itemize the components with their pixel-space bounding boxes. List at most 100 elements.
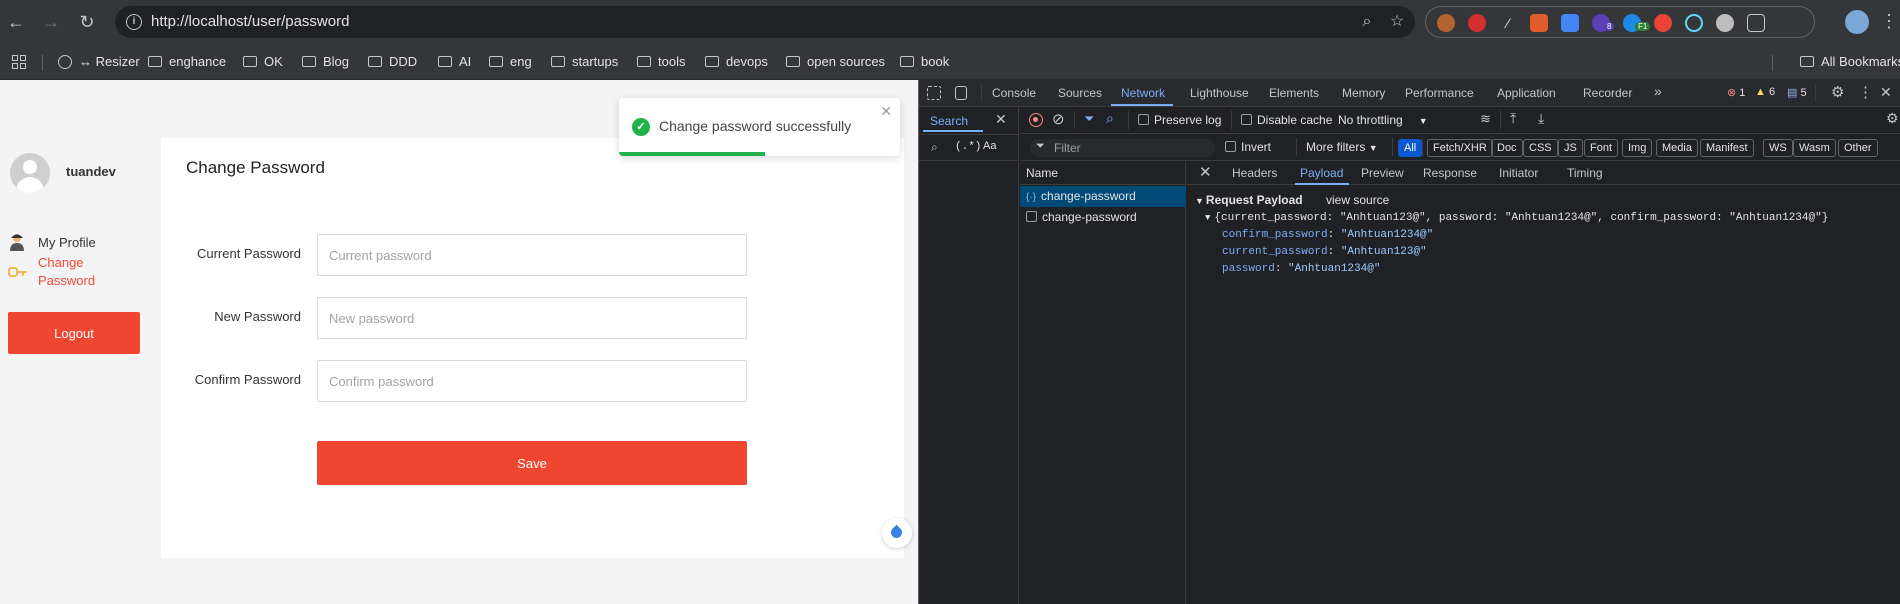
tab-recorder[interactable]: Recorder xyxy=(1583,86,1632,100)
devtools-menu-icon[interactable]: ⋮ xyxy=(1858,83,1873,101)
filter-type-doc[interactable]: Doc xyxy=(1491,139,1523,157)
tab-console[interactable]: Console xyxy=(992,86,1036,100)
bookmark-folder[interactable]: tools xyxy=(637,53,685,71)
more-filters-dropdown[interactable]: More filters ▼ xyxy=(1306,140,1378,154)
more-tabs-icon[interactable]: » xyxy=(1654,83,1662,99)
all-bookmarks[interactable]: All Bookmarks xyxy=(1800,53,1900,71)
bookmark-folder[interactable]: Blog xyxy=(302,53,349,71)
view-source-link[interactable]: view source xyxy=(1326,193,1389,207)
tab-headers[interactable]: Headers xyxy=(1232,166,1277,180)
request-payload-section[interactable]: ▼ Request Payload xyxy=(1195,193,1303,207)
filter-type-wasm[interactable]: Wasm xyxy=(1793,139,1836,157)
bookmark-star-icon[interactable]: ☆ xyxy=(1387,12,1407,32)
address-bar[interactable]: i http://localhost/user/password ⌕ ☆ xyxy=(115,6,1415,38)
bookmark-resizer[interactable]: ↔ Resizer xyxy=(58,53,140,71)
export-har-icon[interactable]: ⤓ xyxy=(1538,110,1544,127)
extension-icon[interactable] xyxy=(1437,14,1455,32)
name-column-header[interactable]: Name xyxy=(1020,161,1186,185)
tab-performance[interactable]: Performance xyxy=(1405,86,1474,100)
apps-grid-icon[interactable] xyxy=(12,55,26,69)
tab-application[interactable]: Application xyxy=(1497,86,1556,100)
extensions-puzzle-icon[interactable] xyxy=(1747,14,1765,32)
filter-type-other[interactable]: Other xyxy=(1838,139,1878,157)
warning-count[interactable]: ▲ 6 xyxy=(1755,86,1775,98)
bookmark-folder[interactable]: DDD xyxy=(368,53,417,71)
device-toolbar-icon[interactable] xyxy=(955,86,967,100)
filter-type-js[interactable]: JS xyxy=(1558,139,1583,157)
request-row[interactable]: {·} change-password xyxy=(1020,186,1186,207)
forward-icon[interactable]: → xyxy=(39,10,63,34)
filter-type-media[interactable]: Media xyxy=(1656,139,1698,157)
bookmark-folder[interactable]: open sources xyxy=(786,53,885,71)
filter-type-ws[interactable]: WS xyxy=(1763,139,1793,157)
network-conditions-icon[interactable]: ≋ xyxy=(1480,111,1491,127)
logout-button[interactable]: Logout xyxy=(8,312,140,354)
url-text[interactable]: http://localhost/user/password xyxy=(151,13,349,30)
tab-response[interactable]: Response xyxy=(1423,166,1477,180)
filter-type-img[interactable]: Img xyxy=(1622,139,1653,157)
nav-my-profile[interactable]: My Profile xyxy=(38,235,96,250)
match-case-toggle[interactable]: Aa xyxy=(983,140,996,152)
profile-avatar[interactable] xyxy=(1845,10,1869,34)
filter-type-fetch-xhr[interactable]: Fetch/XHR xyxy=(1427,139,1493,157)
import-har-icon[interactable]: ⤒ xyxy=(1510,110,1516,127)
search-tab[interactable]: Search xyxy=(930,114,968,128)
translate-extension-icon[interactable] xyxy=(1561,14,1579,32)
reload-icon[interactable]: ↻ xyxy=(75,10,99,34)
search-icon[interactable]: ⌕ xyxy=(1106,110,1114,127)
zoom-icon[interactable]: ⌕ xyxy=(1357,12,1377,32)
extension-icon[interactable] xyxy=(1654,14,1672,32)
preserve-log-checkbox[interactable]: Preserve log xyxy=(1138,113,1221,127)
throttling-select[interactable]: No throttling ▼ xyxy=(1338,113,1428,127)
record-icon[interactable] xyxy=(1029,113,1043,127)
disable-cache-checkbox[interactable]: Disable cache xyxy=(1241,113,1332,127)
tab-payload[interactable]: Payload xyxy=(1300,166,1343,180)
bookmark-folder[interactable]: devops xyxy=(705,53,768,71)
inspect-element-icon[interactable] xyxy=(927,86,941,100)
tab-elements[interactable]: Elements xyxy=(1269,86,1319,100)
bookmark-folder[interactable]: eng xyxy=(489,53,532,71)
bookmark-folder[interactable]: book xyxy=(900,53,949,71)
bookmark-folder[interactable]: AI xyxy=(438,53,471,71)
filter-type-manifest[interactable]: Manifest xyxy=(1700,139,1754,157)
close-icon[interactable]: ✕ xyxy=(880,103,892,120)
request-row[interactable]: change-password xyxy=(1020,207,1186,228)
tab-network[interactable]: Network xyxy=(1121,86,1165,100)
extension-icon[interactable]: ⁄ xyxy=(1499,14,1517,32)
tab-sources[interactable]: Sources xyxy=(1058,86,1102,100)
confirm-password-input[interactable] xyxy=(317,360,747,402)
current-password-input[interactable] xyxy=(317,234,747,276)
filter-input[interactable] xyxy=(1030,139,1215,157)
site-info-icon[interactable]: i xyxy=(126,14,142,30)
extension-icon[interactable] xyxy=(1468,14,1486,32)
filter-icon[interactable]: ⏷ xyxy=(1084,111,1094,127)
error-count[interactable]: ⊗ 1 xyxy=(1727,86,1745,99)
tab-timing[interactable]: Timing xyxy=(1567,166,1603,180)
browser-menu-icon[interactable]: ⋮ xyxy=(1880,10,1898,34)
network-settings-icon[interactable]: ⚙ xyxy=(1886,110,1899,127)
tab-preview[interactable]: Preview xyxy=(1361,166,1404,180)
back-icon[interactable]: ← xyxy=(4,10,28,34)
nav-change-password[interactable]: Change Password xyxy=(38,254,118,290)
save-button[interactable]: Save xyxy=(317,441,747,485)
issues-count[interactable]: ▤ 5 xyxy=(1787,86,1807,99)
bookmark-folder[interactable]: enghance xyxy=(148,53,226,71)
payload-summary[interactable]: ▼ {current_password: "Anhtuan123@", passw… xyxy=(1205,212,1828,224)
floating-assistant-button[interactable] xyxy=(882,518,912,548)
filter-type-all[interactable]: All xyxy=(1398,139,1423,157)
tab-initiator[interactable]: Initiator xyxy=(1499,166,1538,180)
clear-icon[interactable]: ⊘ xyxy=(1052,110,1065,128)
close-search-icon[interactable]: ✕ xyxy=(995,111,1007,128)
invert-checkbox[interactable]: Invert xyxy=(1225,140,1271,154)
close-detail-icon[interactable]: ✕ xyxy=(1199,163,1212,181)
tab-memory[interactable]: Memory xyxy=(1342,86,1385,100)
bookmark-folder[interactable]: OK xyxy=(243,53,283,71)
bookmark-folder[interactable]: startups xyxy=(551,53,618,71)
new-password-input[interactable] xyxy=(317,297,747,339)
react-devtools-icon[interactable] xyxy=(1685,14,1703,32)
close-devtools-icon[interactable]: ✕ xyxy=(1880,84,1892,101)
settings-gear-icon[interactable]: ⚙ xyxy=(1831,83,1844,101)
extension-icon[interactable] xyxy=(1716,14,1734,32)
regex-toggle[interactable]: (.*) xyxy=(955,141,981,153)
filter-type-css[interactable]: CSS xyxy=(1523,139,1558,157)
